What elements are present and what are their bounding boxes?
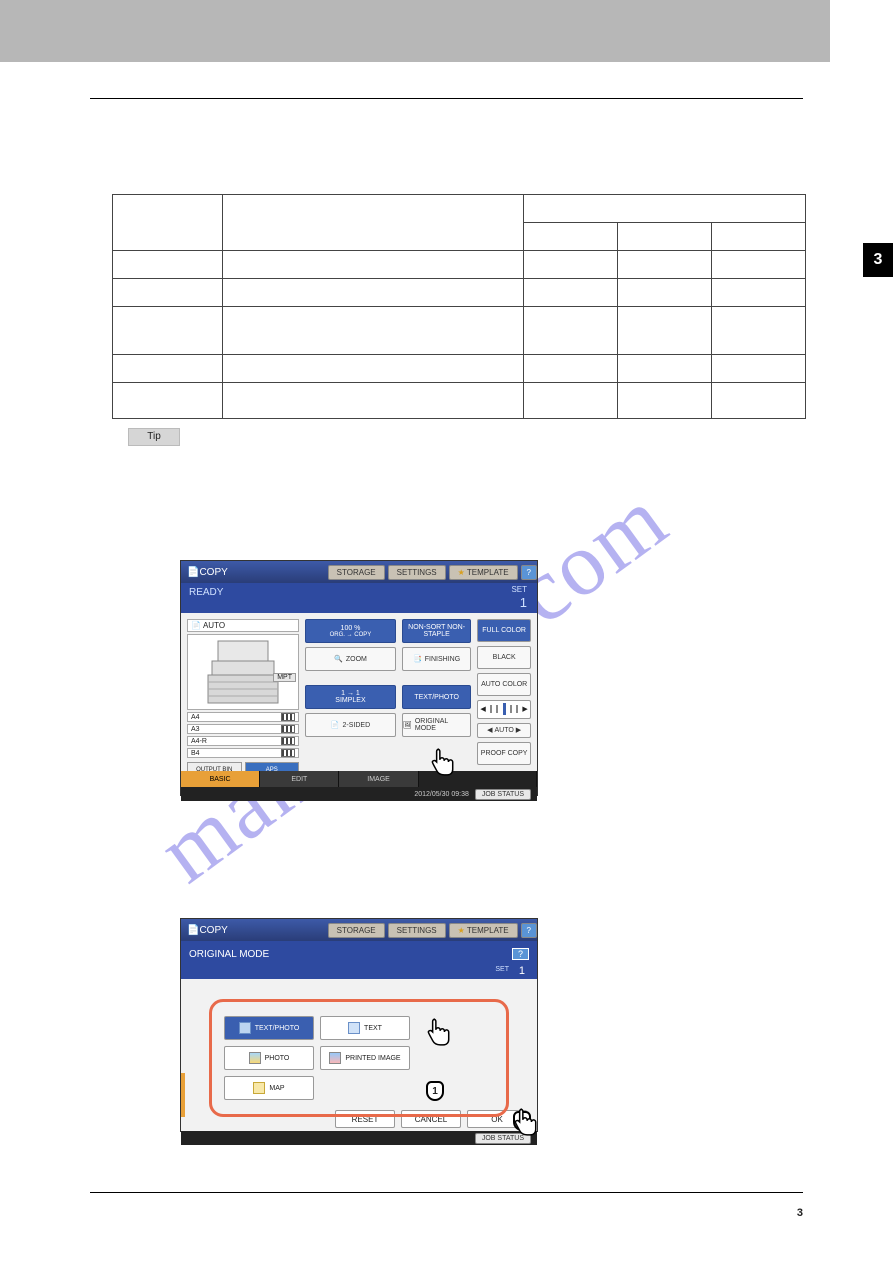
screenshot-copy-panel: 📄 COPY STORAGE SETTINGS TEMPLATE ? READY…: [180, 560, 538, 796]
auto-density-button[interactable]: ◀ AUTO ▶: [477, 723, 531, 738]
set-label-2: SET: [495, 966, 509, 973]
copy-count: 1: [520, 595, 527, 610]
help-button-2[interactable]: ?: [512, 948, 529, 960]
tip-label: Tip: [128, 428, 180, 446]
option-text[interactable]: TEXT: [320, 1016, 410, 1040]
ready-bar: READY SET 1: [181, 583, 537, 613]
counter-2: 1: [519, 965, 525, 977]
settings-table: [112, 194, 806, 419]
black-button[interactable]: BLACK: [477, 646, 531, 669]
page-number: 3: [797, 1207, 803, 1219]
full-color-button[interactable]: FULL COLOR: [477, 619, 531, 642]
table-row: [113, 307, 806, 355]
table-row: [113, 383, 806, 419]
sort-display: NON-SORT NON-STAPLE: [402, 619, 471, 643]
original-mode-header: ORIGINAL MODE ?: [181, 941, 537, 967]
settings-button-2[interactable]: SETTINGS: [388, 923, 446, 938]
zoom-button[interactable]: 🔍ZOOM: [305, 647, 396, 671]
settings-button[interactable]: SETTINGS: [388, 565, 446, 580]
template-button[interactable]: TEMPLATE: [449, 565, 518, 580]
storage-button-2[interactable]: STORAGE: [328, 923, 385, 938]
mpt-button[interactable]: MPT: [273, 673, 296, 682]
copy-icon: 📄: [187, 925, 199, 936]
tab-image[interactable]: IMAGE: [339, 771, 418, 787]
auto-header: AUTO: [187, 619, 299, 632]
option-photo[interactable]: PHOTO: [224, 1046, 314, 1070]
finishing-button[interactable]: 📑FINISHING: [402, 647, 471, 671]
bottom-bar-2: JOB STATUS: [181, 1131, 537, 1145]
rule-bottom: [90, 1192, 803, 1193]
two-sided-button[interactable]: 📄2-SIDED: [305, 713, 396, 737]
density-slider[interactable]: ◀▶: [477, 700, 531, 719]
option-map[interactable]: MAP: [224, 1076, 314, 1100]
help-button-top-2[interactable]: ?: [521, 923, 537, 938]
tab-edit[interactable]: EDIT: [260, 771, 339, 787]
copy-titlebar: 📄 COPY STORAGE SETTINGS TEMPLATE ?: [181, 561, 537, 583]
tray-a3[interactable]: A3: [187, 724, 299, 734]
tab-basic[interactable]: BASIC: [181, 771, 260, 787]
copy-title: COPY: [199, 567, 324, 578]
screenshot-original-mode: 📄 COPY STORAGE SETTINGS TEMPLATE ? ORIGI…: [180, 918, 538, 1132]
ready-text: READY: [189, 587, 223, 598]
callout-badge-2: 2: [513, 1111, 531, 1131]
active-tab-strip: [181, 1073, 185, 1117]
printer-diagram: MPT: [187, 634, 299, 710]
option-text-photo[interactable]: TEXT/PHOTO: [224, 1016, 314, 1040]
table-row: [113, 355, 806, 383]
copy-title-2: COPY: [199, 925, 324, 936]
rule-top: [90, 98, 803, 99]
help-button[interactable]: ?: [521, 565, 537, 580]
ratio-display: 100 % ORG. → COPY: [305, 619, 396, 643]
options-group: TEXT/PHOTO TEXT PHOTO PRINTED IMAGE MAP: [209, 999, 509, 1117]
auto-color-button[interactable]: AUTO COLOR: [477, 673, 531, 696]
job-status-button[interactable]: JOB STATUS: [475, 789, 531, 800]
copy-titlebar-2: 📄 COPY STORAGE SETTINGS TEMPLATE ?: [181, 919, 537, 941]
proof-copy-button[interactable]: PROOF COPY: [477, 742, 531, 765]
callout-badge-1: 1: [426, 1081, 444, 1101]
storage-button[interactable]: STORAGE: [328, 565, 385, 580]
template-button-2[interactable]: TEMPLATE: [449, 923, 518, 938]
bottom-tabs: BASIC EDIT IMAGE: [181, 771, 537, 787]
tray-b4[interactable]: B4: [187, 748, 299, 758]
job-status-2[interactable]: JOB STATUS: [475, 1133, 531, 1144]
original-mode-button[interactable]: 🖼ORIGINAL MODE: [402, 713, 471, 737]
original-mode-title: ORIGINAL MODE: [189, 949, 269, 960]
copy-icon: 📄: [187, 567, 199, 578]
tray-a4[interactable]: A4: [187, 712, 299, 722]
table-row: [113, 279, 806, 307]
tray-a4r[interactable]: A4-R: [187, 736, 299, 746]
chapter-tab: 3: [863, 243, 893, 277]
table-row: [113, 251, 806, 279]
datetime: 2012/05/30 09:38: [414, 791, 469, 798]
textphoto-display: TEXT/PHOTO: [402, 685, 471, 709]
option-printed-image[interactable]: PRINTED IMAGE: [320, 1046, 410, 1070]
simplex-display: 1 → 1 SIMPLEX: [305, 685, 396, 709]
set-label: SET: [511, 585, 527, 594]
header-gray-bar: [0, 0, 830, 62]
status-bar: 2012/05/30 09:38 JOB STATUS: [181, 787, 537, 801]
